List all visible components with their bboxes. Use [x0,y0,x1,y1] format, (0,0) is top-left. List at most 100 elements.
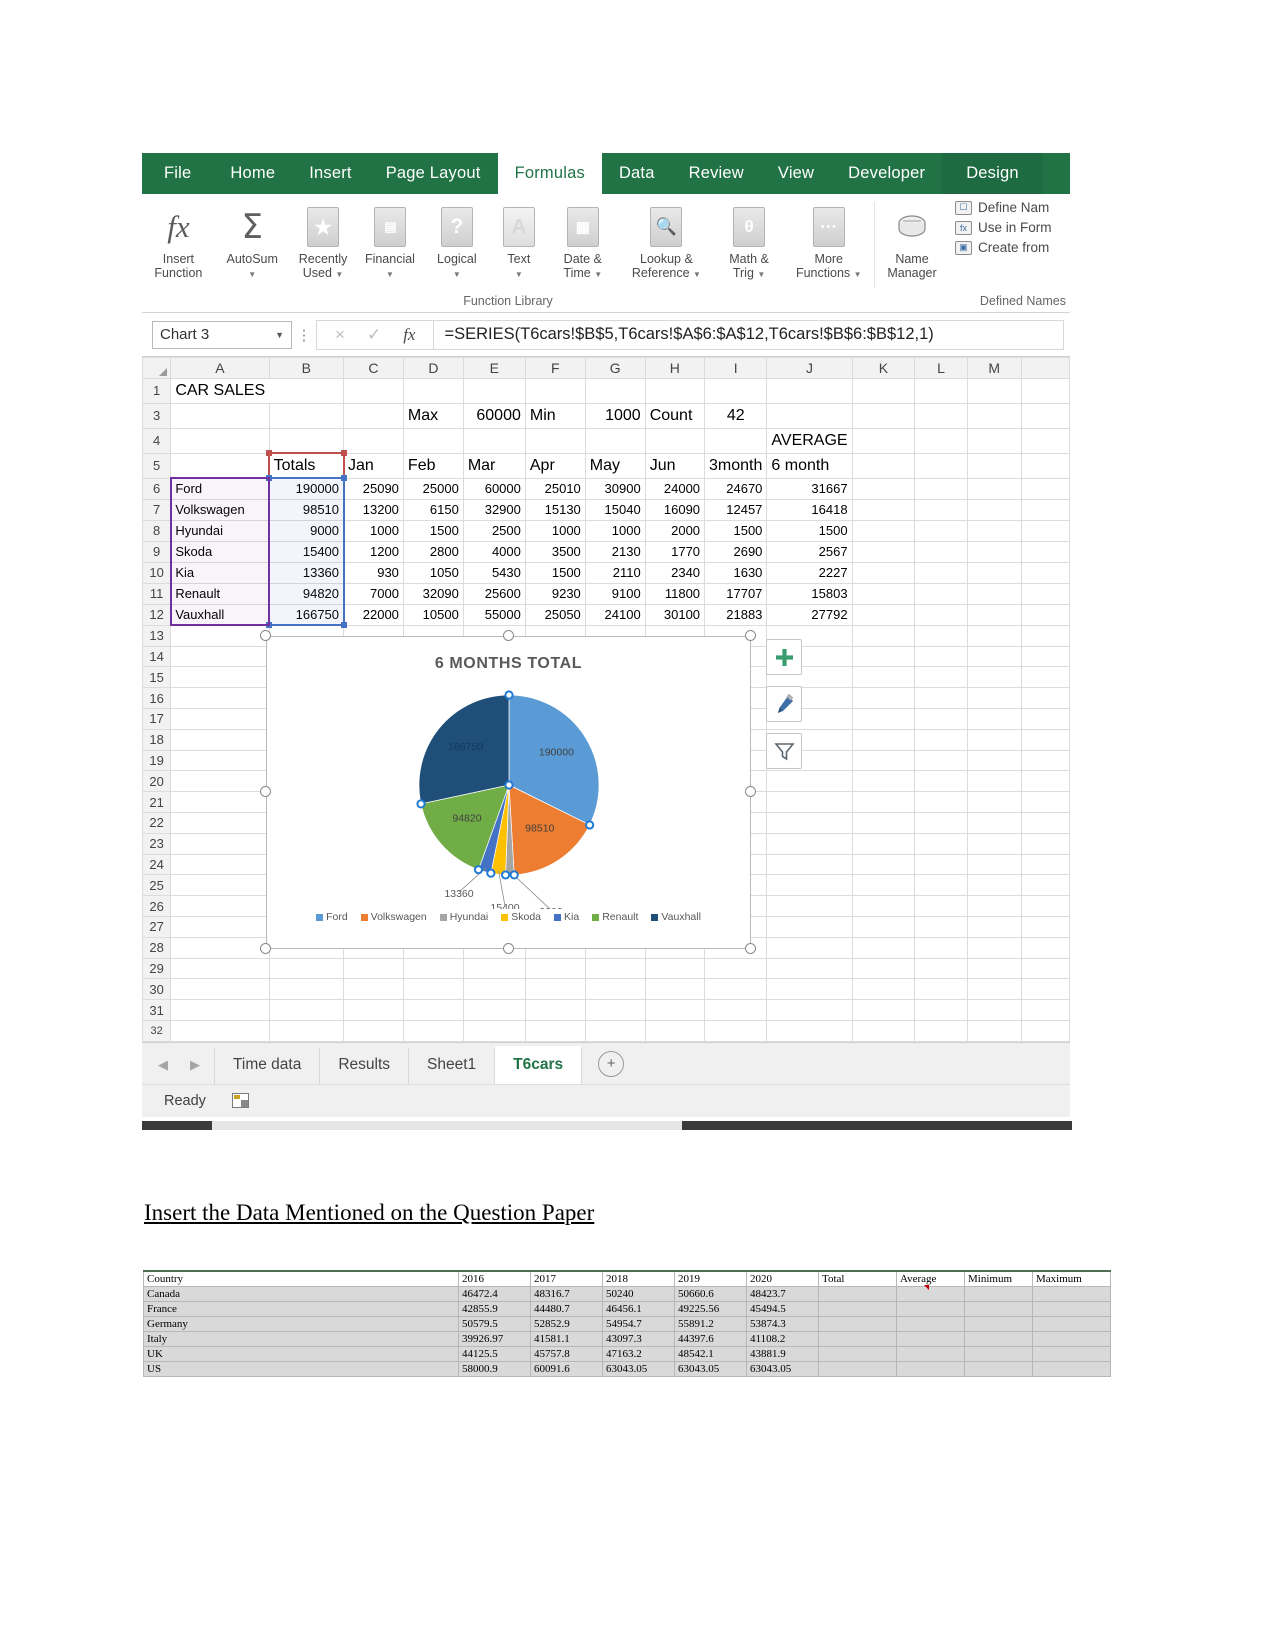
cell-L11[interactable] [914,582,968,605]
cell-N8[interactable] [1020,519,1070,542]
cell-clip-13[interactable] [1020,1019,1070,1042]
cell-D7[interactable]: 6150 [402,498,464,521]
cell-r14-c0[interactable] [170,645,270,668]
cell-E3[interactable]: 60000 [462,402,526,429]
cell-B5[interactable]: Totals [268,452,345,479]
col-header-M[interactable]: M [966,357,1022,379]
table-cell[interactable] [964,1315,1033,1332]
cell-r16-c11[interactable] [914,687,968,709]
col-header-A[interactable]: A [170,357,270,379]
cell-M5[interactable] [966,452,1022,479]
date-time-button[interactable]: ▦ Date & Time ▼ [547,200,618,281]
cell-H1[interactable] [644,377,706,404]
cell-r24-c13[interactable] [1020,853,1070,876]
cell-N11[interactable] [1020,582,1070,605]
logical-button[interactable]: ? Logical ▼ [423,200,490,281]
cell-L12[interactable] [914,603,968,626]
cell-M8[interactable] [966,519,1022,542]
cell-r13-c10[interactable] [851,624,916,647]
cell-r30-c6[interactable] [584,978,646,1001]
recently-used-button[interactable]: ★ Recently Used ▼ [290,200,357,281]
row-header-24[interactable]: 24 [142,853,172,876]
cell-F1[interactable] [524,377,586,404]
cell-r14-c12[interactable] [966,645,1022,668]
ribbon-tab-design[interactable]: Design [942,153,1043,194]
cell-F4[interactable] [524,427,586,454]
cell-r13-c11[interactable] [914,624,968,647]
cell-M10[interactable] [966,561,1022,584]
cell-r31-c3[interactable] [402,999,464,1021]
cell-B3[interactable] [268,402,345,429]
cell-L10[interactable] [914,561,968,584]
cell-D11[interactable]: 32090 [402,582,464,605]
cell-r31-c9[interactable] [766,999,853,1021]
table-cell[interactable]: 48316.7 [530,1285,603,1302]
pie-chart-object[interactable]: 6 MONTHS TOTAL 190000 98510 9000 15400 13360… [266,636,751,949]
pie-center-handle[interactable] [504,780,514,790]
cell-r19-c13[interactable] [1020,749,1070,772]
cell-B7[interactable]: 98510 [268,498,345,521]
cell-N3[interactable] [1020,402,1070,429]
table-cell[interactable] [1032,1315,1111,1332]
table-cell[interactable]: 39926.97 [458,1330,531,1347]
cell-r30-c3[interactable] [402,978,464,1001]
table-cell[interactable]: 44397.6 [674,1330,747,1347]
cell-r27-c12[interactable] [966,915,1022,938]
table-cell[interactable]: 63043.05 [746,1360,819,1377]
cell-C10[interactable]: 930 [343,561,404,584]
cell-A11[interactable]: Renault [170,582,270,605]
table-cell[interactable] [1032,1345,1111,1362]
cell-clip-10[interactable] [851,1019,916,1042]
chart-handle-ml[interactable] [260,786,271,797]
insert-function-button[interactable]: fx Insert Function [142,200,215,281]
row-header-8[interactable]: 8 [142,519,172,542]
cell-clip-11[interactable] [914,1019,968,1042]
cell-r16-c10[interactable] [851,687,916,709]
cell-r27-c10[interactable] [851,915,916,938]
cell-N6[interactable] [1020,477,1070,500]
table-cell[interactable]: 45494.5 [746,1300,819,1317]
chart-styles-button[interactable] [766,686,802,722]
row-header-22[interactable]: 22 [142,811,172,834]
cell-r26-c10[interactable] [851,895,916,917]
cell-r26-c11[interactable] [914,895,968,917]
col-header-E[interactable]: E [462,357,526,379]
table-cell[interactable] [896,1300,965,1317]
pie-point-handle[interactable] [500,870,511,880]
name-box-chevron-down-icon[interactable]: ▼ [275,330,284,340]
cell-r31-c1[interactable] [268,999,345,1021]
cell-N1[interactable] [1020,377,1070,404]
cell-r13-c0[interactable] [170,624,270,647]
cell-E8[interactable]: 2500 [462,519,526,542]
cell-I8[interactable]: 1500 [704,519,768,542]
cell-F10[interactable]: 1500 [524,561,586,584]
cell-A5[interactable] [170,452,270,479]
row-header-27[interactable]: 27 [142,915,172,938]
table-cell[interactable] [818,1285,897,1302]
cell-r17-c10[interactable] [851,707,916,730]
cell-r24-c10[interactable] [851,853,916,876]
cell-r20-c0[interactable] [170,770,270,793]
cell-J8[interactable]: 1500 [766,519,853,542]
col-header-G[interactable]: G [584,357,646,379]
row-header-13[interactable]: 13 [142,624,172,647]
cell-r25-c12[interactable] [966,874,1022,897]
legend-item[interactable]: Hyundai [439,911,488,923]
cell-r19-c10[interactable] [851,749,916,772]
cell-r15-c11[interactable] [914,666,968,689]
select-all-corner[interactable] [142,357,172,379]
cell-r24-c12[interactable] [966,853,1022,876]
chart-handle-tr[interactable] [745,630,756,641]
math-caret-icon[interactable]: ▼ [757,270,765,279]
cell-E5[interactable]: Mar [462,452,526,479]
table-cell[interactable]: 46456.1 [602,1300,675,1317]
cell-J4[interactable]: AVERAGE [766,427,853,454]
cell-B1[interactable] [269,377,345,404]
row-header-30[interactable]: 30 [142,978,172,1001]
cell-I1[interactable] [704,377,768,404]
row-header-10[interactable]: 10 [142,561,172,584]
cell-E11[interactable]: 25600 [462,582,526,605]
cell-r14-c13[interactable] [1020,645,1070,668]
cell-I3[interactable]: 42 [704,402,768,429]
cell-J6[interactable]: 31667 [766,477,853,500]
